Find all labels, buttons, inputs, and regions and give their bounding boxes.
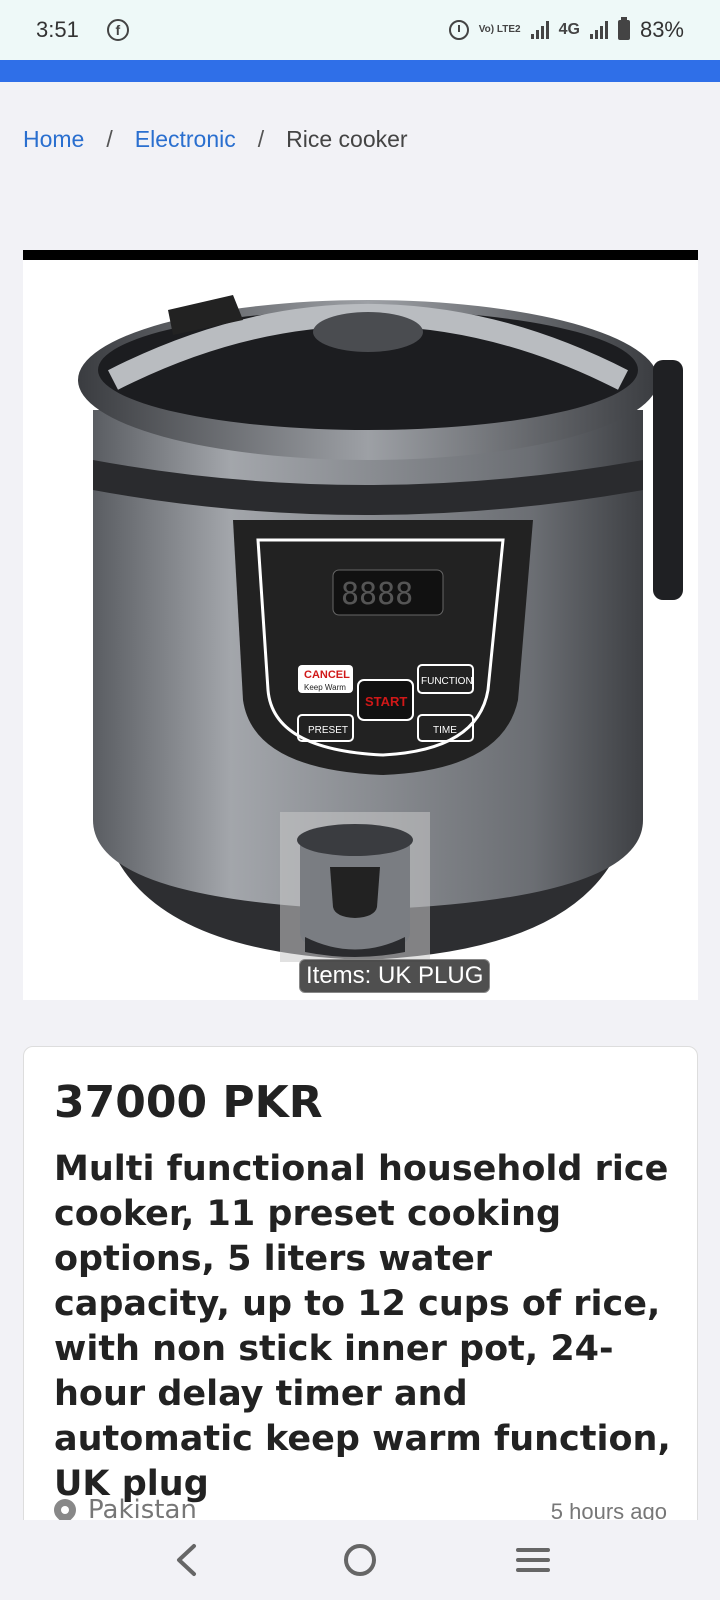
status-bar: 3:51 f Vo) LTE2 4G 83% — [0, 0, 720, 60]
menu-icon — [516, 1548, 551, 1572]
breadcrumb-current: Rice cooker — [286, 126, 408, 152]
breadcrumb: Home / Electronic / Rice cooker — [23, 126, 408, 153]
network-type: 4G — [558, 21, 580, 38]
menu-button[interactable] — [503, 1530, 563, 1590]
start-label: START — [365, 694, 407, 709]
thumbnail-illustration — [297, 824, 413, 957]
thumbnail-image[interactable] — [280, 812, 430, 962]
volte-label: Vo) LTE2 — [478, 24, 521, 35]
product-price: 37000 PKR — [54, 1077, 323, 1128]
cancel-label: CANCEL — [304, 669, 350, 681]
system-nav-bar — [0, 1520, 720, 1600]
status-icons: Vo) LTE2 4G 83% — [448, 17, 684, 43]
display-digits: 8888 — [341, 577, 413, 612]
function-label: FUNCTION — [421, 676, 473, 687]
status-time: 3:51 — [36, 17, 79, 42]
alarm-icon — [448, 20, 469, 40]
battery-icon — [617, 17, 630, 40]
breadcrumb-separator: / — [257, 126, 265, 152]
breadcrumb-separator: / — [106, 126, 113, 152]
breadcrumb-electronic[interactable]: Electronic — [135, 126, 236, 153]
breadcrumb-home[interactable]: Home — [23, 126, 84, 153]
home-icon — [343, 1544, 376, 1576]
product-card: 37000 PKR Multi functional household ric… — [23, 1046, 698, 1566]
keep-warm-label: Keep Warm — [304, 683, 346, 692]
preset-label: PRESET — [308, 725, 348, 736]
back-button[interactable] — [157, 1530, 217, 1590]
facebook-icon: f — [106, 19, 129, 41]
product-title: Multi functional household rice cooker, … — [54, 1149, 671, 1504]
home-button[interactable] — [330, 1530, 390, 1590]
back-icon — [176, 1544, 196, 1576]
product-image[interactable]: 8888 CANCEL Keep Warm FUNCTION START PRE… — [23, 250, 698, 1000]
signal-icon — [530, 21, 549, 39]
header-bar — [0, 60, 720, 82]
time-label: TIME — [433, 725, 457, 736]
battery-level: 83% — [639, 17, 684, 42]
signal-icon-2 — [589, 21, 608, 39]
image-caption: Items: UK PLUG — [299, 959, 491, 993]
